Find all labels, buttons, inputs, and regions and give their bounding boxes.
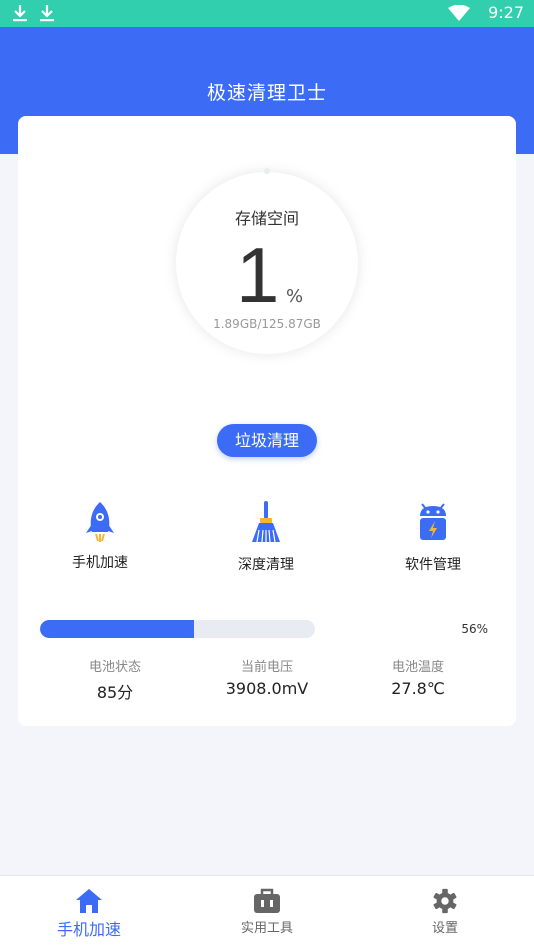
nav-label: 手机加速	[56, 920, 121, 939]
stat-value: 85分	[96, 683, 134, 702]
stat-temperature: 电池温度 27.8℃	[343, 656, 493, 698]
stat-label: 电池状态	[88, 660, 141, 675]
status-bar: 9:27	[0, 0, 534, 27]
clock: 9:27	[488, 3, 524, 22]
wifi-icon	[448, 5, 470, 21]
stat-label: 电池温度	[391, 660, 444, 675]
storage-percent-unit: %	[286, 286, 304, 307]
feature-label: 深度清理	[238, 557, 294, 573]
feature-phone-boost[interactable]: 手机加速	[40, 500, 160, 572]
feature-label: 手机加速	[72, 555, 128, 571]
main-card: 存储空间 1 % 1.89GB/125.87GB 垃圾清理 手机加速 深度清理	[18, 116, 516, 726]
rocket-icon	[86, 502, 114, 542]
stat-label: 当前电压	[240, 660, 293, 675]
junk-clean-button[interactable]: 垃圾清理	[217, 424, 317, 457]
battery-level-text: 56%	[461, 622, 488, 636]
nav-tab-phone-boost[interactable]: 手机加速	[29, 888, 149, 940]
android-battery-icon	[420, 503, 446, 540]
gear-icon	[433, 888, 457, 914]
storage-size: 1.89GB/125.87GB	[213, 317, 321, 331]
page-title: 极速清理卫士	[206, 82, 327, 104]
stat-value: 27.8℃	[391, 679, 445, 698]
feature-software-manage[interactable]: 软件管理	[373, 500, 493, 574]
storage-title: 存储空间	[234, 209, 299, 228]
download-icon	[13, 5, 27, 22]
storage-ring-indicator	[264, 168, 270, 174]
home-icon	[76, 889, 102, 913]
broom-icon	[252, 501, 280, 543]
stat-value: 3908.0mV	[225, 679, 309, 698]
bottom-nav: 手机加速 实用工具 设置	[0, 875, 534, 950]
stat-battery-status: 电池状态 85分	[40, 656, 190, 703]
nav-tab-tools[interactable]: 实用工具	[207, 888, 327, 936]
nav-label: 设置	[431, 921, 458, 936]
download-icon	[40, 5, 54, 22]
battery-progress-fill	[40, 620, 194, 638]
nav-label: 实用工具	[240, 921, 293, 936]
nav-tab-settings[interactable]: 设置	[385, 888, 505, 936]
feature-deep-clean[interactable]: 深度清理	[206, 500, 326, 574]
feature-label: 软件管理	[405, 557, 461, 573]
battery-progress-bar	[40, 620, 315, 638]
toolbox-icon	[254, 888, 280, 913]
stat-voltage: 当前电压 3908.0mV	[192, 656, 342, 698]
storage-percent: 1	[236, 231, 280, 319]
